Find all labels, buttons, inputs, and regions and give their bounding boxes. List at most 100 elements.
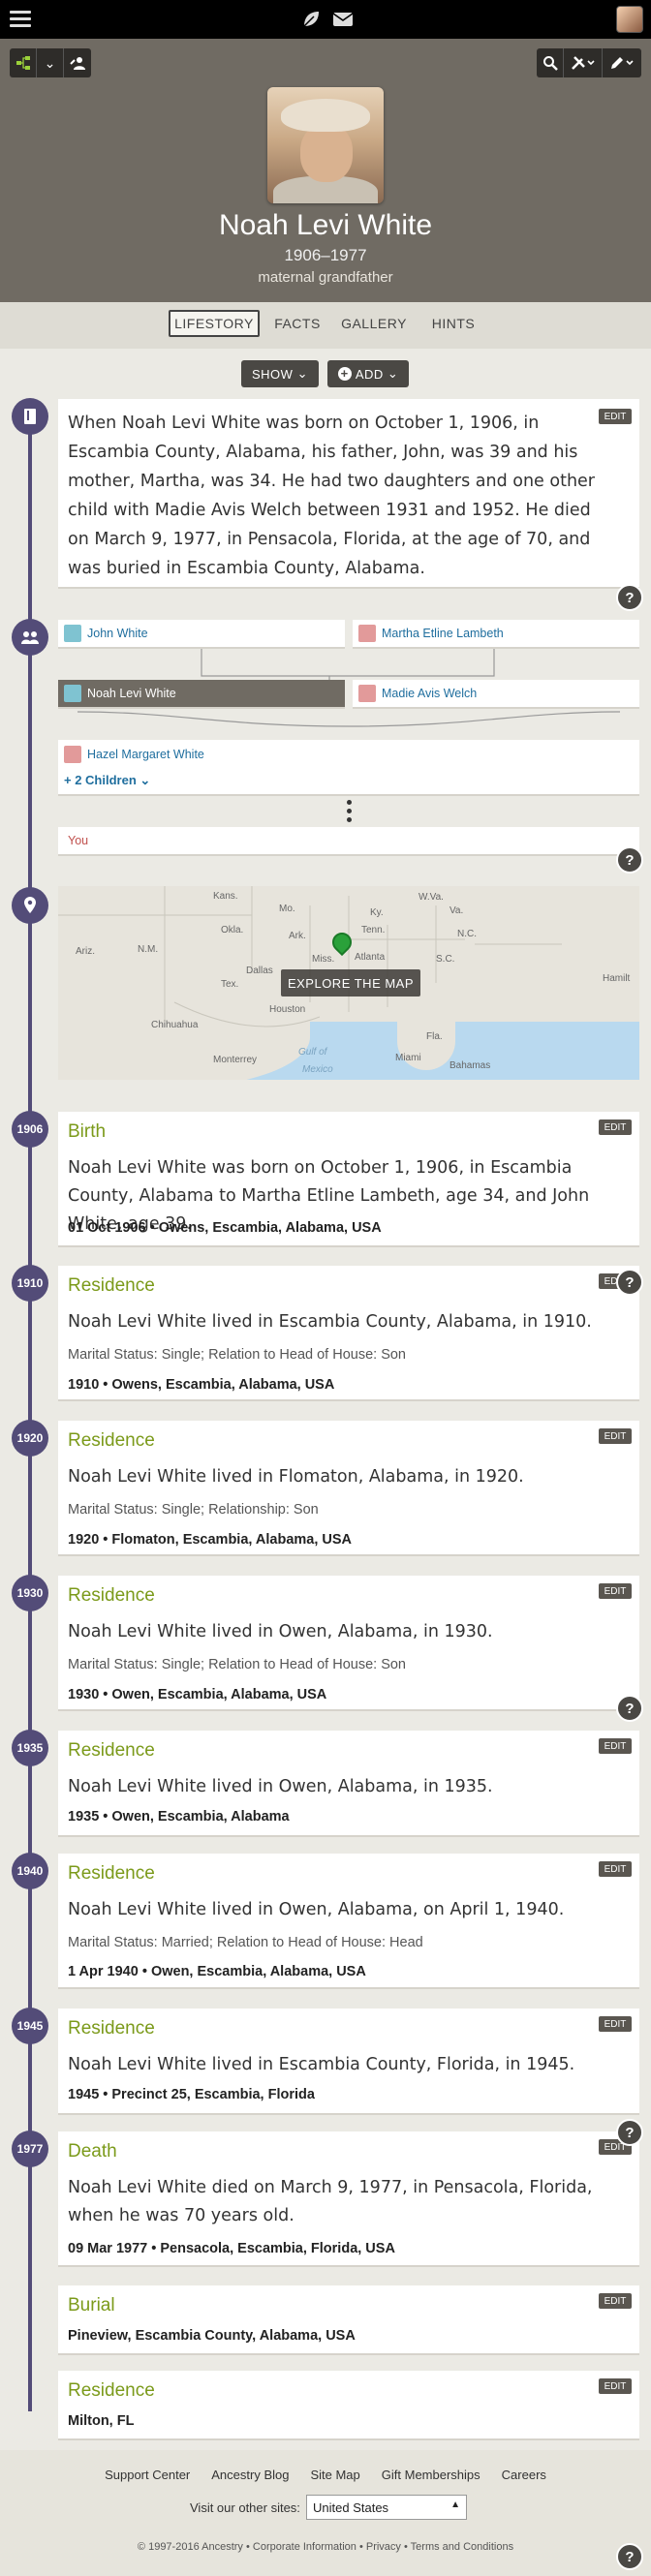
map-label: Miami	[395, 1053, 421, 1063]
footer-link[interactable]: Gift Memberships	[382, 2468, 480, 2482]
help-icon[interactable]: ?	[616, 1269, 643, 1296]
event-title[interactable]: Residence	[68, 1275, 155, 1297]
footer-link[interactable]: Support Center	[105, 2468, 190, 2482]
help-icon[interactable]: ?	[616, 2119, 643, 2146]
menu-icon[interactable]	[10, 11, 31, 28]
mother-name: Martha Etline Lambeth	[382, 627, 504, 640]
tab-lifestory[interactable]: LIFESTORY	[169, 310, 260, 337]
profile-photo[interactable]	[267, 87, 384, 203]
tab-hints[interactable]: HINTS	[422, 310, 484, 337]
edit-button[interactable]: EDIT	[599, 2378, 632, 2394]
other-sites-label: Visit our other sites:	[190, 2500, 300, 2515]
tab-gallery[interactable]: GALLERY	[335, 310, 413, 337]
map-label: Hamilt	[603, 973, 631, 984]
year-marker: 1906	[12, 1111, 48, 1148]
event-card-residence: EDIT Residence Noah Levi White lived in …	[58, 1854, 639, 1989]
map-label: Houston	[269, 1004, 306, 1015]
edit-button[interactable]: EDIT	[599, 1119, 632, 1135]
chevron-down-icon[interactable]: ⌄	[37, 48, 64, 77]
country-select[interactable]: United States ▲	[306, 2495, 467, 2520]
footer-link[interactable]: Ancestry Blog	[211, 2468, 289, 2482]
search-icon[interactable]	[537, 48, 564, 77]
you-label: You	[68, 834, 89, 847]
person-icon	[358, 685, 376, 702]
year-marker: 1920	[12, 1420, 48, 1457]
event-card-residence: EDIT Residence Milton, FL	[58, 2371, 639, 2440]
self-name: Noah Levi White	[87, 687, 176, 700]
event-description: Noah Levi White lived in Escambia County…	[68, 1312, 592, 1332]
event-card-residence: EDIT Residence Noah Levi White lived in …	[58, 2009, 639, 2115]
map-label: Tenn.	[361, 925, 386, 935]
copyright-line: © 1997-2016 Ancestry • Corporate Informa…	[137, 2541, 514, 2553]
person-icon	[358, 625, 376, 642]
tools-icon[interactable]	[564, 48, 603, 77]
event-card-death: EDIT Death Noah Levi White died on March…	[58, 2131, 639, 2267]
event-title[interactable]: Residence	[68, 2380, 155, 2402]
event-card-residence: EDIT Residence Noah Levi White lived in …	[58, 1266, 639, 1401]
event-date-location: 1 Apr 1940 • Owen, Escambia, Alabama, US…	[68, 1964, 366, 1979]
spouse-box[interactable]: Madie Avis Welch	[353, 680, 639, 709]
footer-links: Support Center Ancestry Blog Site Map Gi…	[0, 2468, 651, 2482]
map-preview[interactable]: Kans. Mo. Ky. W.Va. Va. Okla. Ark. Tenn.…	[58, 886, 639, 1080]
add-label: ADD	[355, 366, 384, 382]
map-label: N.M.	[138, 944, 159, 955]
more-dots-icon[interactable]	[347, 800, 353, 822]
map-label: Chihuahua	[151, 1020, 199, 1030]
footer-link[interactable]: Careers	[502, 2468, 546, 2482]
year-marker: 1945	[12, 2008, 48, 2044]
father-box[interactable]: John White	[58, 620, 345, 649]
help-icon[interactable]: ?	[616, 2543, 643, 2570]
year-marker: 1910	[12, 1265, 48, 1302]
event-description: Noah Levi White lived in Owen, Alabama, …	[68, 1900, 565, 1919]
pencil-icon[interactable]	[603, 48, 641, 77]
child-name[interactable]: Hazel Margaret White	[87, 748, 204, 761]
event-description: Noah Levi White lived in Owen, Alabama, …	[68, 1622, 493, 1641]
page-toolbar	[537, 48, 641, 77]
mail-icon[interactable]	[332, 10, 354, 29]
help-icon[interactable]: ?	[616, 846, 643, 874]
edit-button[interactable]: EDIT	[599, 2293, 632, 2309]
tree-view-icon[interactable]	[10, 48, 37, 77]
footer-link[interactable]: Site Map	[310, 2468, 359, 2482]
event-title[interactable]: Burial	[68, 2295, 115, 2316]
event-title[interactable]: Birth	[68, 1121, 106, 1143]
person-edit-icon[interactable]	[64, 48, 91, 77]
you-box: You	[58, 827, 639, 856]
event-title[interactable]: Residence	[68, 1863, 155, 1885]
mother-box[interactable]: Martha Etline Lambeth	[353, 620, 639, 649]
plus-icon: +	[337, 367, 352, 381]
edit-button[interactable]: EDIT	[599, 1738, 632, 1754]
more-children-toggle[interactable]: + 2 Children ⌄	[64, 773, 150, 788]
edit-button[interactable]: EDIT	[599, 409, 632, 424]
event-title[interactable]: Residence	[68, 2018, 155, 2039]
chevron-down-icon: ⌄	[296, 366, 308, 381]
event-date-location: 1945 • Precinct 25, Escambia, Florida	[68, 2087, 315, 2102]
event-title[interactable]: Residence	[68, 1585, 155, 1607]
top-nav-bar	[0, 0, 651, 39]
add-button[interactable]: + ADD ⌄	[327, 360, 409, 387]
edit-button[interactable]: EDIT	[599, 2016, 632, 2032]
family-icon	[12, 619, 48, 656]
show-button[interactable]: SHOW ⌄	[241, 360, 319, 387]
event-description: Noah Levi White lived in Escambia County…	[68, 2055, 575, 2074]
help-icon[interactable]: ?	[616, 1695, 643, 1722]
edit-button[interactable]: EDIT	[599, 1861, 632, 1877]
event-date-location: 09 Mar 1977 • Pensacola, Escambia, Flori…	[68, 2241, 395, 2256]
user-avatar[interactable]	[616, 6, 643, 33]
event-card-residence: EDIT Residence Noah Levi White lived in …	[58, 1576, 639, 1711]
edit-button[interactable]: EDIT	[599, 1428, 632, 1444]
event-title[interactable]: Death	[68, 2141, 117, 2162]
edit-button[interactable]: EDIT	[599, 1583, 632, 1599]
explore-map-button[interactable]: EXPLORE THE MAP	[281, 969, 420, 997]
event-card-residence: EDIT Residence Noah Levi White lived in …	[58, 1421, 639, 1556]
lifestory-card: EDIT When Noah Levi White was born on Oc…	[58, 399, 639, 589]
event-title[interactable]: Residence	[68, 1430, 155, 1452]
help-icon[interactable]: ?	[616, 584, 643, 611]
event-title[interactable]: Residence	[68, 1740, 155, 1762]
tab-facts[interactable]: FACTS	[271, 310, 324, 337]
leaf-icon[interactable]	[300, 9, 322, 30]
map-label: W.Va.	[418, 892, 444, 903]
map-label: Tex.	[221, 979, 239, 990]
map-label: Fla.	[426, 1031, 443, 1042]
self-box[interactable]: Noah Levi White	[58, 680, 345, 709]
